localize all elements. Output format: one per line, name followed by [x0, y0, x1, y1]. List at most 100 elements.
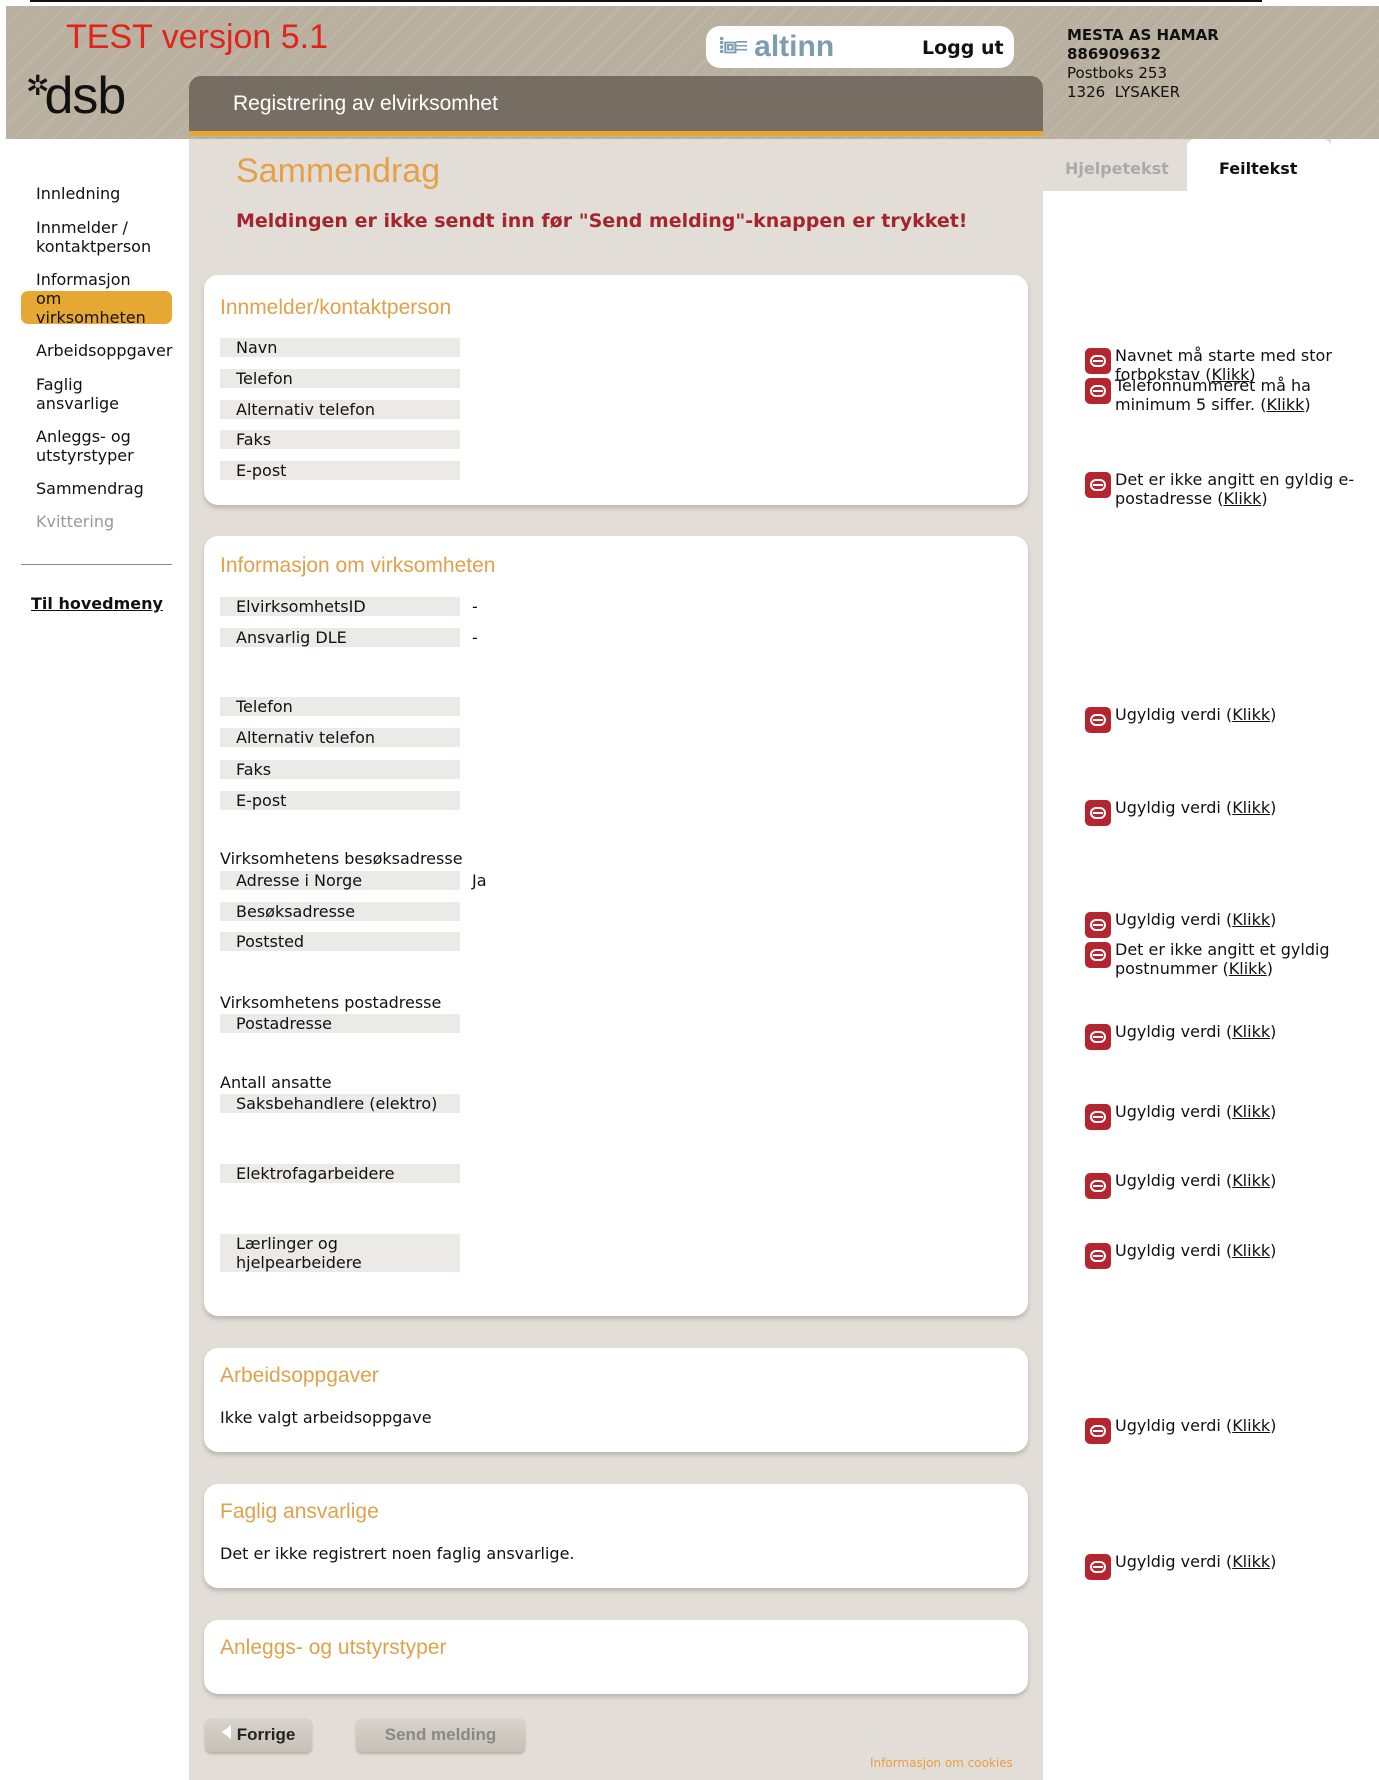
- nav-item-arbeidsoppgaver[interactable]: Arbeidsoppgaver: [36, 341, 172, 360]
- app-title-bar: Registrering av elvirksomhet: [189, 76, 1043, 136]
- section-subheading: Antall ansatte: [220, 1073, 332, 1092]
- tab-error-text[interactable]: Feiltekst: [1187, 139, 1331, 191]
- nav-item-sammendrag[interactable]: Sammendrag: [36, 479, 144, 498]
- field-label: Poststed: [220, 932, 460, 951]
- nav-item-informasjon[interactable]: Informasjon om virksomheten: [36, 270, 146, 327]
- paren: ): [1304, 395, 1311, 414]
- error-icon: [1085, 1418, 1111, 1444]
- error-icon: [1085, 707, 1111, 733]
- tab-help-text[interactable]: Hjelpetekst: [1065, 159, 1169, 178]
- card-responsible: Faglig ansvarlige Det er ikke registrert…: [204, 1484, 1028, 1588]
- error-icon: [1085, 472, 1111, 498]
- error-text: Ugyldig verdi: [1115, 798, 1221, 817]
- field-label: Saksbehandlere (elektro): [220, 1094, 460, 1113]
- error-message: Ugyldig verdi (Klikk): [1085, 1241, 1355, 1269]
- dsb-logo-text: dsb: [44, 67, 126, 125]
- card-title: Faglig ansvarlige: [220, 1500, 379, 1523]
- error-link[interactable]: Klikk: [1232, 1552, 1270, 1571]
- card-title: Anleggs- og utstyrstyper: [220, 1636, 447, 1659]
- error-message: Ugyldig verdi (Klikk): [1085, 1022, 1355, 1050]
- error-message: Ugyldig verdi (Klikk): [1085, 1552, 1355, 1580]
- field-value: Ja: [472, 871, 487, 890]
- test-version-label: TEST versjon 5.1: [66, 18, 329, 56]
- page-title: Sammendrag: [236, 152, 441, 190]
- error-icon: [1085, 942, 1111, 968]
- section-subheading: Virksomhetens besøksadresse: [220, 849, 463, 868]
- top-border-line: [30, 0, 1262, 2]
- previous-button[interactable]: Forrige: [205, 1718, 312, 1752]
- field-label: Faks: [220, 430, 460, 449]
- altinn-logo-text: altinn: [754, 30, 835, 63]
- org-number: 886909632: [1067, 45, 1161, 63]
- nav-divider: [21, 564, 172, 565]
- error-link[interactable]: Klikk: [1232, 1171, 1270, 1190]
- org-address-line1: Postboks 253: [1067, 64, 1167, 82]
- error-link[interactable]: Klikk: [1232, 910, 1270, 929]
- field-value: -: [472, 628, 478, 647]
- dsb-logo[interactable]: ✲dsb: [26, 66, 126, 126]
- error-icon: [1085, 800, 1111, 826]
- error-link[interactable]: Klikk: [1232, 1102, 1270, 1121]
- nav-item-faglig[interactable]: Faglig ansvarlige: [36, 375, 126, 413]
- paren: ): [1270, 1241, 1277, 1260]
- send-warning: Meldingen er ikke sendt inn før "Send me…: [236, 210, 968, 232]
- paren: ): [1266, 959, 1273, 978]
- paren: ): [1270, 798, 1277, 817]
- field-label-line: Lærlinger og: [236, 1234, 338, 1253]
- error-link[interactable]: Klikk: [1232, 798, 1270, 817]
- error-link[interactable]: Klikk: [1229, 959, 1267, 978]
- main-menu-link[interactable]: Til hovedmeny: [31, 594, 163, 613]
- error-link[interactable]: Klikk: [1232, 1416, 1270, 1435]
- field-label-line: hjelpearbeidere: [236, 1253, 362, 1272]
- nav-item-innmelder[interactable]: Innmelder / kontaktperson: [36, 218, 166, 256]
- cookies-link[interactable]: Informasjon om cookies: [870, 1756, 1013, 1770]
- section-text: Ikke valgt arbeidsoppgave: [220, 1408, 432, 1427]
- error-link[interactable]: Klikk: [1232, 705, 1270, 724]
- error-icon: [1085, 1173, 1111, 1199]
- card-title: Informasjon om virksomheten: [220, 554, 496, 577]
- error-text: Ugyldig verdi: [1115, 1171, 1221, 1190]
- error-text: Ugyldig verdi: [1115, 1102, 1221, 1121]
- paren: ): [1270, 1552, 1277, 1571]
- app-title: Registrering av elvirksomhet: [233, 92, 498, 115]
- card-title: Arbeidsoppgaver: [220, 1364, 379, 1387]
- paren: ): [1270, 1416, 1277, 1435]
- error-link[interactable]: Klikk: [1232, 1241, 1270, 1260]
- paren: ): [1270, 1022, 1277, 1041]
- org-address-line2: 1326 LYSAKER: [1067, 83, 1181, 101]
- field-label: Telefon: [220, 369, 460, 388]
- field-label: Faks: [220, 760, 460, 779]
- paren: ): [1270, 1102, 1277, 1121]
- field-label: ElvirksomhetsID: [220, 597, 460, 616]
- send-button[interactable]: Send melding: [356, 1718, 525, 1752]
- field-value: -: [472, 597, 478, 616]
- field-label: Telefon: [220, 697, 460, 716]
- error-icon: [1085, 1024, 1111, 1050]
- altinn-logo[interactable]: ⁞⧈≡ altinn: [718, 30, 834, 64]
- error-link[interactable]: Klikk: [1266, 395, 1304, 414]
- logout-button[interactable]: Logg ut: [922, 37, 1004, 59]
- paren: ): [1270, 705, 1277, 724]
- field-label: Besøksadresse: [220, 902, 460, 921]
- card-equipment-types: Anleggs- og utstyrstyper: [204, 1620, 1028, 1694]
- section-subheading: Virksomhetens postadresse: [220, 993, 442, 1012]
- error-icon: [1085, 378, 1111, 404]
- error-message: Ugyldig verdi (Klikk): [1085, 705, 1355, 733]
- nav-item-innledning[interactable]: Innledning: [36, 184, 120, 203]
- error-icon: [1085, 1243, 1111, 1269]
- organization-info: MESTA AS HAMAR 886909632 Postboks 253 13…: [1067, 26, 1219, 102]
- error-message: Ugyldig verdi (Klikk): [1085, 1171, 1355, 1199]
- paren: ): [1261, 489, 1268, 508]
- nav-item-anleggs[interactable]: Anleggs- og utstyrstyper: [36, 427, 146, 465]
- side-tabs: Hjelpetekst Feiltekst: [1043, 139, 1331, 191]
- error-message: Ugyldig verdi (Klikk): [1085, 910, 1355, 938]
- field-label: Postadresse: [220, 1014, 460, 1033]
- field-label: E-post: [220, 461, 460, 480]
- error-link[interactable]: Klikk: [1232, 1022, 1270, 1041]
- error-link[interactable]: Klikk: [1223, 489, 1261, 508]
- section-text: Det er ikke registrert noen faglig ansva…: [220, 1544, 575, 1563]
- error-text: Ugyldig verdi: [1115, 1241, 1221, 1260]
- altinn-mark-icon: ⁞⧈≡: [718, 33, 748, 58]
- error-text: Ugyldig verdi: [1115, 1416, 1221, 1435]
- paren: ): [1270, 1171, 1277, 1190]
